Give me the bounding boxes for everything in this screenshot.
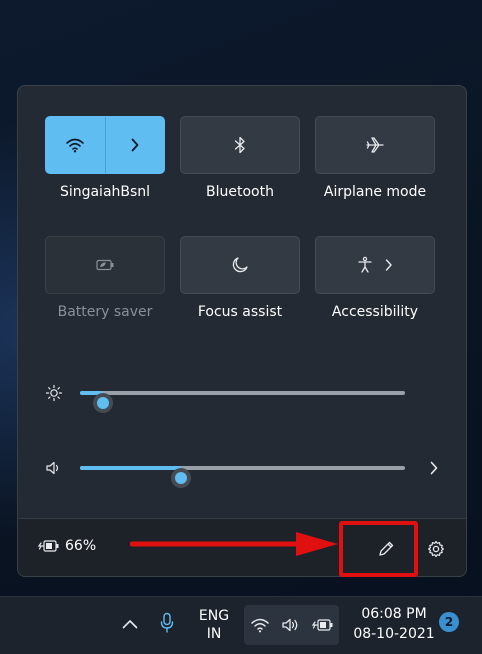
wifi-network-label: SingaiahBsnl: [59, 184, 151, 200]
battery-charging-icon: [38, 540, 59, 552]
brightness-thumb[interactable]: [92, 393, 113, 413]
airplane-icon: [366, 137, 384, 153]
clock-time: 06:08 PM: [361, 606, 427, 622]
notification-badge[interactable]: 2: [439, 612, 459, 632]
annotation-highlight-box: [339, 521, 418, 577]
bluetooth-label: Bluetooth: [206, 184, 274, 200]
input-language-button[interactable]: ENG IN: [194, 605, 234, 645]
airplane-mode-label: Airplane mode: [323, 184, 427, 200]
brightness-track[interactable]: [80, 391, 405, 413]
language-code: ENG: [198, 608, 230, 624]
tile-focus-assist-cell: Focus assist: [180, 236, 300, 356]
tile-battery-saver-cell: Battery saver: [45, 236, 165, 356]
taskbar: ENG IN 06:08 PM 08-10-2021 2: [0, 596, 482, 654]
volume-track[interactable]: [80, 466, 405, 488]
quick-settings-tray-button[interactable]: [244, 605, 339, 645]
show-hidden-icons-button[interactable]: [119, 612, 141, 636]
chevron-right-icon: [430, 461, 438, 475]
clock-date: 08-10-2021: [353, 626, 435, 642]
battery-charging-icon: [311, 619, 332, 631]
annotation-arrow: [130, 532, 338, 556]
battery-saver-icon: [96, 259, 114, 271]
wifi-icon: [66, 138, 85, 153]
wifi-toggle[interactable]: [46, 117, 105, 173]
wifi-networks-button[interactable]: [106, 117, 165, 173]
chevron-up-icon: [122, 620, 138, 629]
gear-icon: [428, 540, 444, 558]
audio-output-button[interactable]: [422, 456, 446, 480]
chevron-right-icon: [385, 259, 392, 271]
quick-settings-panel: SingaiahBsnl Bluetooth Airplane mode Bat…: [17, 85, 467, 577]
brightness-slider-row: [45, 381, 445, 413]
tile-wifi-cell: SingaiahBsnl: [45, 116, 165, 236]
battery-status[interactable]: 66%: [38, 538, 96, 554]
speaker-icon: [46, 461, 59, 475]
quick-settings-tiles: SingaiahBsnl Bluetooth Airplane mode Bat…: [45, 116, 435, 356]
battery-saver-tile[interactable]: [45, 236, 165, 294]
microphone-button[interactable]: [156, 609, 178, 637]
battery-percent: 66%: [65, 538, 97, 554]
volume-thumb[interactable]: [170, 468, 191, 488]
focus-assist-label: Focus assist: [197, 304, 283, 320]
microphone-icon: [160, 612, 174, 633]
chevron-right-icon: [131, 138, 139, 152]
bluetooth-icon: [234, 136, 245, 154]
volume-slider-row: [45, 456, 446, 488]
all-settings-button[interactable]: [423, 536, 449, 562]
language-region: IN: [206, 626, 222, 642]
wifi-tile[interactable]: [45, 116, 165, 174]
moon-icon: [232, 257, 248, 273]
accessibility-icon: [358, 256, 372, 273]
accessibility-tile[interactable]: [315, 236, 435, 294]
tile-bluetooth-cell: Bluetooth: [180, 116, 300, 236]
tile-airplane-cell: Airplane mode: [315, 116, 435, 236]
accessibility-label: Accessibility: [331, 304, 419, 320]
brightness-icon: [45, 384, 63, 402]
battery-saver-label: Battery saver: [57, 304, 153, 320]
volume-fill: [80, 466, 181, 470]
tile-accessibility-cell: Accessibility: [315, 236, 435, 356]
bluetooth-tile[interactable]: [180, 116, 300, 174]
wifi-icon: [250, 618, 269, 633]
clock-button[interactable]: 06:08 PM 08-10-2021: [346, 604, 442, 644]
focus-assist-tile[interactable]: [180, 236, 300, 294]
airplane-mode-tile[interactable]: [315, 116, 435, 174]
speaker-icon: [281, 618, 297, 632]
